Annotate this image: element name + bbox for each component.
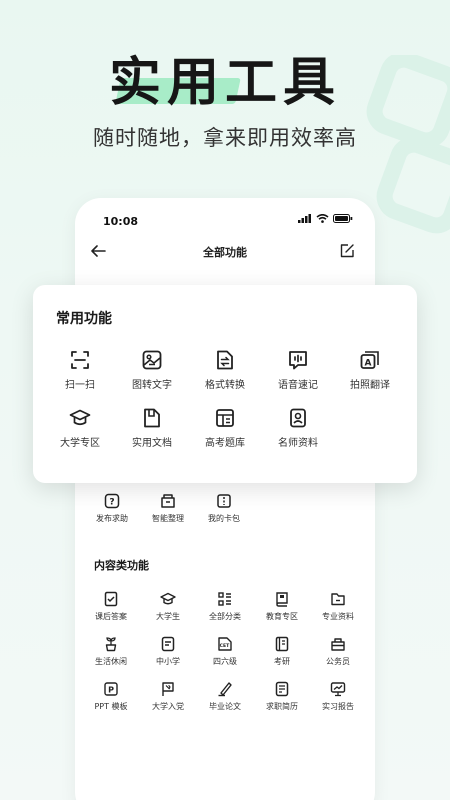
common-item-label: 拍照翻译 [350, 380, 390, 391]
content-item[interactable]: P PPT 模板 [82, 681, 140, 712]
content-item-label: 全部分类 [209, 612, 241, 621]
cet-icon: CET [218, 637, 232, 651]
common-item-university[interactable]: 大学专区 [43, 407, 117, 449]
card-wallet-icon [217, 494, 231, 508]
content-item[interactable]: 教育专区 [253, 591, 311, 622]
content-item[interactable]: 大学入党 [139, 681, 197, 712]
hero-subtitle: 随时随地，拿来即用效率高 [93, 126, 357, 150]
content-item[interactable]: 求职简历 [253, 681, 311, 712]
school-doc-icon [161, 636, 175, 652]
common-item-image-text[interactable]: 图转文字 [115, 349, 189, 391]
signal-icon [298, 214, 311, 223]
wifi-icon [316, 214, 329, 223]
report-icon [330, 682, 346, 697]
common-item-photo-translate[interactable]: A 拍照翻译 [333, 349, 407, 391]
svg-text:?: ? [109, 498, 114, 508]
svg-text:P: P [108, 686, 114, 695]
content-item[interactable]: 全部分类 [196, 591, 254, 622]
common-item-label: 实用文档 [132, 438, 172, 449]
content-item-label: 公务员 [326, 657, 350, 666]
content-item[interactable]: 生活休闲 [82, 636, 140, 667]
common-item-label: 格式转换 [205, 380, 245, 391]
content-section-title: 内容类功能 [94, 559, 149, 572]
folder-icon [331, 593, 345, 606]
content-item-label: 实习报告 [322, 702, 354, 711]
battery-icon [333, 214, 353, 223]
content-item-label: 大学生 [156, 612, 180, 621]
scan-icon [71, 351, 89, 369]
content-item[interactable]: 中小学 [139, 636, 197, 667]
common-item-label: 语音速记 [278, 380, 318, 391]
content-item-label: 四六级 [213, 657, 237, 666]
education-book-icon [276, 592, 288, 607]
content-item[interactable]: 实习报告 [309, 681, 367, 712]
misc-item-card-wallet[interactable]: 我的卡包 [195, 493, 253, 524]
voice-note-icon [289, 351, 307, 370]
content-item[interactable]: 公务员 [309, 636, 367, 667]
common-item-label: 名师资料 [278, 438, 318, 449]
content-item[interactable]: 大学生 [139, 591, 197, 622]
resume-icon [275, 681, 289, 697]
common-item-label: 大学专区 [60, 438, 100, 449]
common-item-voice-note[interactable]: 语音速记 [261, 349, 335, 391]
homework-answer-icon [104, 591, 118, 607]
student-cap-icon [160, 592, 176, 605]
content-item-label: 课后答案 [95, 612, 127, 621]
common-item-document[interactable]: 实用文档 [115, 407, 189, 449]
svg-text:CET: CET [220, 643, 231, 649]
ppt-icon: P [104, 682, 118, 696]
misc-item-label: 发布求助 [96, 514, 128, 523]
content-item[interactable]: 考研 [253, 636, 311, 667]
photo-translate-icon: A [360, 351, 379, 369]
common-item-teacher-material[interactable]: 名师资料 [261, 407, 335, 449]
common-item-label: 高考题库 [205, 438, 245, 449]
content-item-label: 大学入党 [152, 702, 184, 711]
content-item-label: 教育专区 [266, 612, 298, 621]
exam-book-icon [275, 636, 289, 652]
content-item-label: 中小学 [156, 657, 180, 666]
party-flag-icon [162, 682, 174, 696]
content-item-label: 考研 [274, 657, 290, 666]
content-item-label: 生活休闲 [95, 657, 127, 666]
content-item-label: 毕业论文 [209, 702, 241, 711]
hero-title: 实用工具 [108, 53, 341, 113]
category-icon [218, 592, 231, 606]
thesis-pen-icon [218, 682, 232, 697]
common-functions-card: 常用功能 扫一扫 图转文字 格式转换 语音速记 A 拍照翻译 大学专区 实用文档… [33, 285, 417, 483]
image-text-icon [142, 350, 162, 370]
misc-item-organize[interactable]: 智能整理 [139, 493, 197, 524]
common-item-question-bank[interactable]: 高考题库 [188, 407, 262, 449]
document-icon [144, 408, 160, 428]
misc-item-help[interactable]: ? 发布求助 [83, 493, 141, 524]
svg-text:A: A [365, 359, 372, 369]
content-item[interactable]: 专业资料 [309, 591, 367, 622]
nav-title: 全部功能 [203, 246, 247, 259]
plant-icon [105, 637, 117, 652]
edit-icon[interactable] [339, 243, 355, 259]
organize-icon [161, 494, 175, 508]
misc-item-label: 智能整理 [152, 514, 184, 523]
format-convert-icon [217, 350, 233, 370]
misc-item-label: 我的卡包 [208, 514, 240, 523]
common-functions-title: 常用功能 [56, 311, 112, 327]
content-item-label: PPT 模板 [94, 702, 128, 711]
content-item[interactable]: 毕业论文 [196, 681, 254, 712]
help-icon: ? [104, 493, 120, 509]
content-item-label: 专业资料 [322, 612, 354, 621]
content-item[interactable]: CET 四六级 [196, 636, 254, 667]
common-item-label: 扫一扫 [65, 380, 95, 391]
common-item-format-convert[interactable]: 格式转换 [188, 349, 262, 391]
common-item-label: 图转文字 [132, 380, 172, 391]
civil-servant-icon [331, 638, 345, 651]
status-icons [298, 214, 353, 223]
content-item-label: 求职简历 [266, 702, 298, 711]
teacher-material-icon [290, 408, 306, 428]
common-item-scan[interactable]: 扫一扫 [43, 349, 117, 391]
status-time: 10:08 [103, 215, 139, 228]
graduation-cap-icon [69, 409, 91, 426]
question-bank-icon [216, 409, 234, 427]
content-item[interactable]: 课后答案 [82, 591, 140, 622]
